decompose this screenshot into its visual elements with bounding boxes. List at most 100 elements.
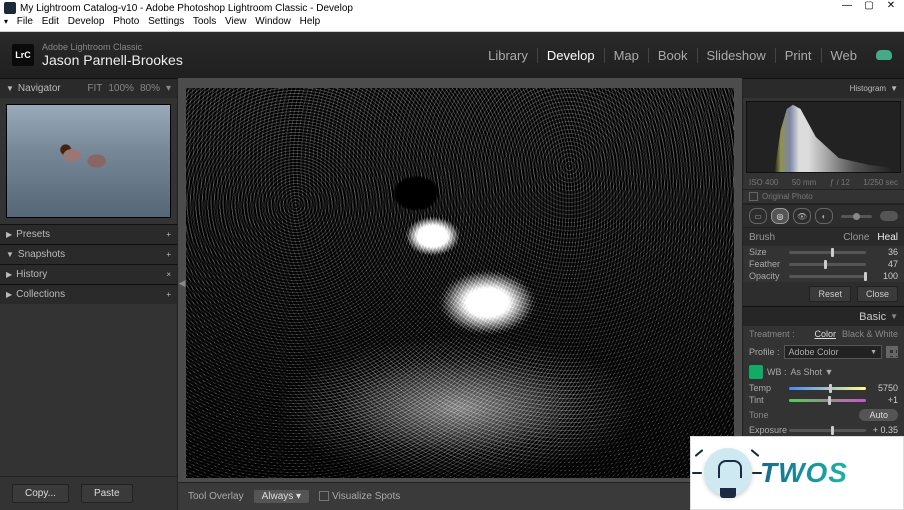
menu-tools[interactable]: Tools <box>193 16 216 27</box>
navigator-preview[interactable] <box>6 104 171 218</box>
histogram-display[interactable] <box>746 101 901 173</box>
profile-browser-icon[interactable] <box>886 346 898 358</box>
tone-label: Tone <box>749 410 769 420</box>
crop-tool-icon[interactable]: ▭ <box>749 208 767 224</box>
menu-photo[interactable]: Photo <box>113 16 139 27</box>
cloud-sync-icon[interactable] <box>876 50 892 60</box>
collections-header[interactable]: ▶ Collections + <box>0 284 177 304</box>
original-photo-row[interactable]: Original Photo <box>743 190 904 204</box>
module-print[interactable]: Print <box>775 48 821 63</box>
brush-size-slider[interactable]: Size 36 <box>743 246 904 258</box>
menu-edit[interactable]: Edit <box>42 16 59 27</box>
navigator-fit[interactable]: FIT <box>87 83 102 94</box>
brush-close-button[interactable]: Close <box>857 286 898 302</box>
treatment-color-option[interactable]: Color <box>814 329 836 339</box>
visualize-spots-checkbox[interactable]: Visualize Spots <box>319 491 400 502</box>
module-web[interactable]: Web <box>821 48 867 63</box>
menu-view[interactable]: View <box>225 16 247 27</box>
snapshots-label: Snapshots <box>18 249 65 260</box>
wb-dropper-icon[interactable] <box>749 365 763 379</box>
left-panel-collapse-icon[interactable]: ◀ <box>178 88 186 478</box>
photo-preview <box>186 88 734 478</box>
wb-label: WB : <box>767 367 787 377</box>
masking-tool-icon[interactable]: ◐ <box>815 208 833 224</box>
window-close-button[interactable]: ✕ <box>880 0 902 11</box>
develop-loupe-view[interactable] <box>186 88 734 478</box>
original-photo-checkbox-icon[interactable] <box>749 192 758 201</box>
brush-label: Brush <box>749 232 775 243</box>
histogram-header[interactable]: Histogram ▼ <box>743 78 904 98</box>
module-library[interactable]: Library <box>479 48 537 63</box>
brush-opacity-slider[interactable]: Opacity 100 <box>743 270 904 282</box>
lightbulb-icon <box>696 442 758 504</box>
history-header[interactable]: ▶ History × <box>0 264 177 284</box>
histogram-meta: ISO 400 50 mm ƒ / 12 1/250 sec <box>743 176 904 190</box>
tool-strip-slider[interactable] <box>841 215 872 218</box>
snapshots-add-icon[interactable]: + <box>166 250 171 259</box>
menu-develop[interactable]: Develop <box>68 16 105 27</box>
navigator-zoom-caret-icon[interactable]: ▾ <box>166 83 171 94</box>
histogram-disclose-icon[interactable]: ▼ <box>890 84 898 93</box>
navigator-header[interactable]: ▼ Navigator FIT 100% 80% ▾ <box>0 78 177 98</box>
window-controls: — ▢ ✕ <box>836 0 902 11</box>
exposure-slider[interactable]: Exposure + 0.35 <box>743 424 904 436</box>
tool-overlay-label: Tool Overlay <box>188 491 244 502</box>
menu-window[interactable]: Window <box>255 16 291 27</box>
module-book[interactable]: Book <box>648 48 697 63</box>
presets-label: Presets <box>16 229 50 240</box>
brush-opacity-label: Opacity <box>749 271 785 281</box>
brush-header: Brush Clone Heal <box>743 228 904 246</box>
navigator-zoom-100[interactable]: 100% <box>108 83 134 94</box>
module-slideshow[interactable]: Slideshow <box>697 48 775 63</box>
window-maximize-button[interactable]: ▢ <box>858 0 880 11</box>
redeye-tool-icon[interactable]: 👁 <box>793 208 811 224</box>
presets-disclose-icon[interactable]: ▶ <box>6 230 12 239</box>
module-develop[interactable]: Develop <box>537 48 604 63</box>
wb-preset-dropdown[interactable]: As Shot ▼ <box>791 367 899 377</box>
menubar: ▾ File Edit Develop Photo Settings Tools… <box>0 16 904 32</box>
menu-file[interactable]: File <box>17 16 33 27</box>
tool-strip: ▭ ◎ 👁 ◐ <box>743 204 904 228</box>
snapshots-disclose-icon[interactable]: ▼ <box>6 250 14 259</box>
presets-header[interactable]: ▶ Presets + <box>0 224 177 244</box>
tool-strip-toggle[interactable] <box>880 211 898 221</box>
brush-reset-button[interactable]: Reset <box>809 286 851 302</box>
profile-caret-icon: ▼ <box>870 349 877 356</box>
window-minimize-button[interactable]: — <box>836 0 858 11</box>
brush-size-label: Size <box>749 247 785 257</box>
collections-disclose-icon[interactable]: ▶ <box>6 290 12 299</box>
module-picker-bar: LrC Adobe Lightroom Classic Jason Parnel… <box>0 32 904 78</box>
tool-overlay-mode-dropdown[interactable]: Always ▾ <box>254 490 310 503</box>
product-name: Adobe Lightroom Classic <box>42 42 183 52</box>
profile-dropdown[interactable]: Adobe Color ▼ <box>784 345 882 359</box>
module-map[interactable]: Map <box>604 48 648 63</box>
basic-panel-header[interactable]: Basic ▼ <box>743 306 904 326</box>
treatment-bw-option[interactable]: Black & White <box>842 329 898 339</box>
spot-removal-tool-icon[interactable]: ◎ <box>771 208 789 224</box>
menu-help[interactable]: Help <box>300 16 321 27</box>
menubar-caret-icon[interactable]: ▾ <box>4 17 8 26</box>
wb-preset-value: As Shot <box>791 367 823 377</box>
basic-disclose-icon[interactable]: ▼ <box>890 312 898 321</box>
brush-clone-tab[interactable]: Clone <box>843 232 869 243</box>
navigator-disclose-icon[interactable]: ▼ <box>6 84 14 93</box>
temp-slider[interactable]: Temp 5750 <box>743 382 904 394</box>
presets-add-icon[interactable]: + <box>166 230 171 239</box>
tint-slider[interactable]: Tint +1 <box>743 394 904 406</box>
exposure-value: + 0.35 <box>870 425 898 435</box>
identity-plate: Adobe Lightroom Classic Jason Parnell-Br… <box>42 42 183 68</box>
brush-button-row: Reset Close <box>743 282 904 306</box>
paste-button[interactable]: Paste <box>81 484 133 503</box>
collections-add-icon[interactable]: + <box>166 290 171 299</box>
tone-auto-button[interactable]: Auto <box>859 409 898 421</box>
menu-settings[interactable]: Settings <box>148 16 184 27</box>
history-clear-icon[interactable]: × <box>166 270 171 279</box>
snapshots-header[interactable]: ▼ Snapshots + <box>0 244 177 264</box>
develop-toolbar: Tool Overlay Always ▾ Visualize Spots <box>178 482 742 510</box>
treatment-label: Treatment : <box>749 329 795 339</box>
brush-feather-slider[interactable]: Feather 47 <box>743 258 904 270</box>
navigator-zoom-80[interactable]: 80% <box>140 83 160 94</box>
history-disclose-icon[interactable]: ▶ <box>6 270 12 279</box>
copy-button[interactable]: Copy... <box>12 484 69 503</box>
brush-heal-tab[interactable]: Heal <box>877 232 898 243</box>
